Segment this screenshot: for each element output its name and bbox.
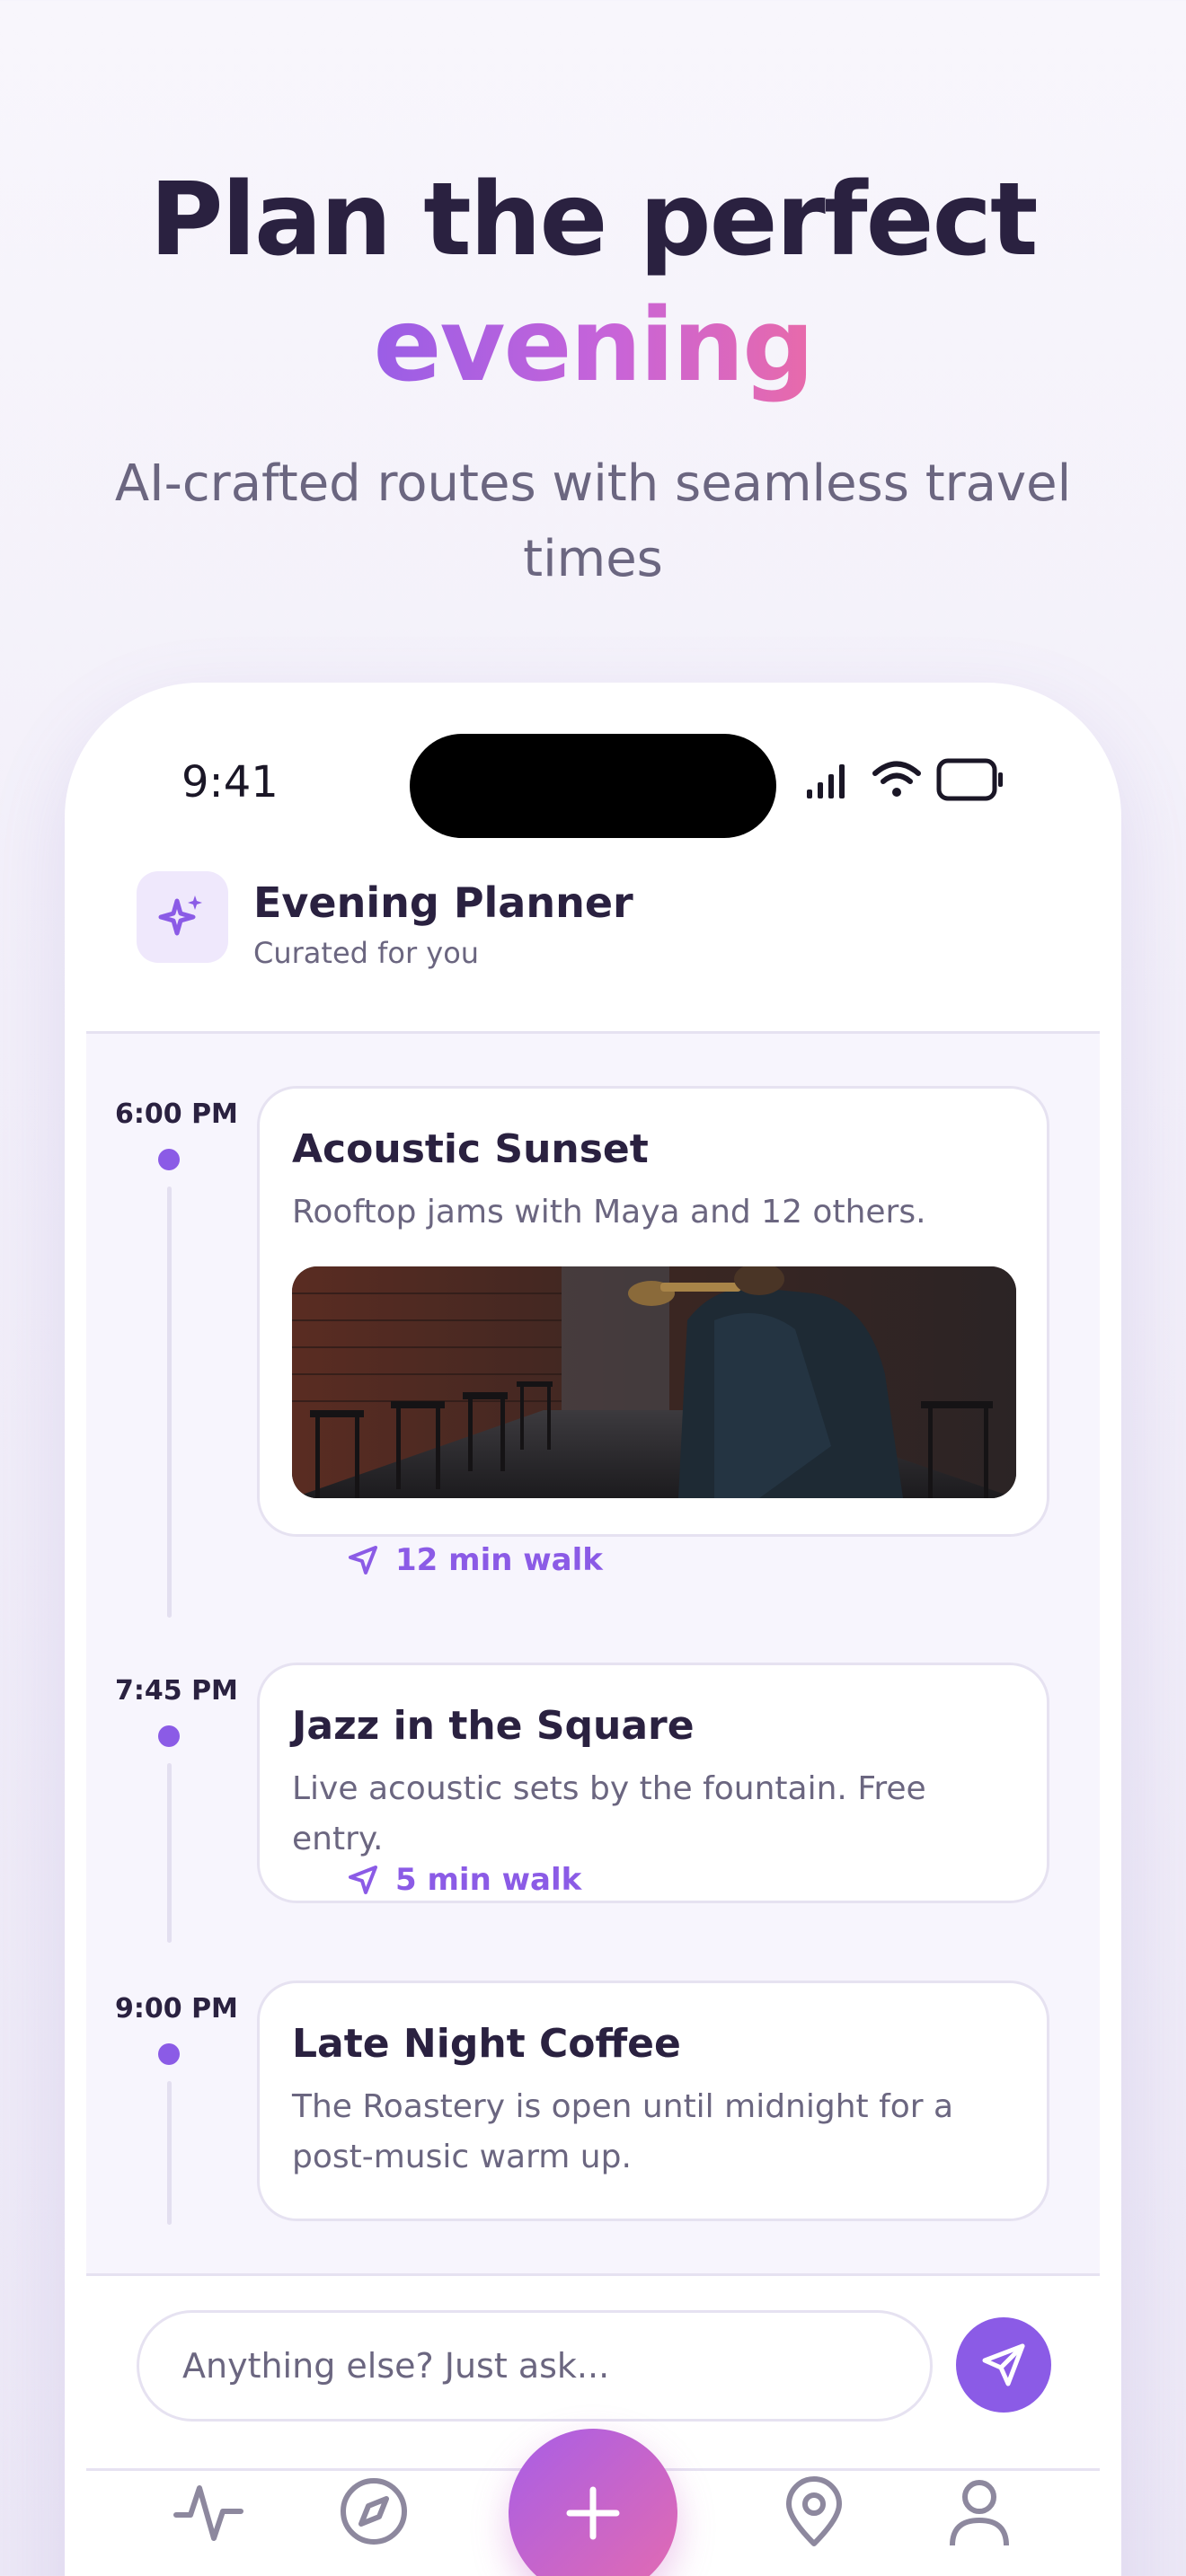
activity-icon[interactable] — [173, 2475, 244, 2547]
event-description: Rooftop jams with Maya and 12 others. — [292, 1194, 926, 1231]
navigation-arrow-icon — [349, 1866, 377, 1894]
wifi-icon — [872, 761, 921, 797]
timeline-rail — [167, 1763, 172, 1943]
walk-label: 5 min walk — [395, 1862, 582, 1898]
signal-icon — [807, 764, 845, 798]
status-time: 9:41 — [181, 757, 279, 807]
map-pin-icon[interactable] — [778, 2475, 850, 2547]
timeline-rail — [167, 1187, 172, 1618]
dynamic-island — [410, 734, 776, 838]
app-subtitle: Curated for you — [253, 936, 480, 970]
walk-label: 12 min walk — [395, 1542, 603, 1578]
timeline-dot — [158, 1149, 180, 1170]
timeline-rail — [167, 2081, 172, 2225]
plus-icon — [566, 2486, 620, 2540]
walk-indicator: 12 min walk — [347, 1542, 603, 1578]
timeline-dot — [158, 1725, 180, 1747]
phone-frame: 9:41 Evening Planner Curated for you 6:0… — [65, 683, 1121, 2576]
ask-input[interactable] — [137, 2310, 933, 2422]
timeline-time: 9:00 PM — [115, 1993, 238, 2025]
battery-icon — [936, 758, 1003, 801]
navigation-arrow-icon — [349, 1546, 377, 1575]
walk-indicator: 5 min walk — [347, 1862, 581, 1898]
event-title: Jazz in the Square — [292, 1703, 695, 1749]
timeline-dot — [158, 2043, 180, 2065]
hero-title-line1: Plan the perfect — [149, 162, 1039, 278]
event-title: Late Night Coffee — [292, 2021, 681, 2067]
timeline-time: 7:45 PM — [115, 1675, 238, 1707]
event-card-late-night-coffee[interactable]: Late Night Coffee The Roastery is open u… — [257, 1981, 1049, 2221]
event-description: Live acoustic sets by the fountain. Free… — [292, 1770, 926, 1857]
hero: Plan the perfect evening AI-crafted rout… — [0, 157, 1186, 597]
app-title: Evening Planner — [253, 878, 633, 927]
hero-title-accent: evening — [373, 287, 815, 404]
trumpet-player-image — [292, 1266, 1016, 1498]
send-icon — [982, 2343, 1025, 2386]
event-card-acoustic-sunset[interactable]: Acoustic Sunset Rooftop jams with Maya a… — [257, 1086, 1049, 1537]
compass-icon[interactable] — [338, 2475, 410, 2547]
user-icon[interactable] — [943, 2475, 1015, 2547]
hero-title: Plan the perfect evening — [0, 157, 1186, 409]
timeline: 6:00 PM Acoustic Sunset Rooftop jams wit… — [86, 1031, 1100, 2276]
timeline-time: 6:00 PM — [115, 1098, 238, 1130]
status-icons — [805, 758, 1005, 801]
app-header: Evening Planner Curated for you — [65, 871, 1121, 997]
sparkles-icon — [137, 871, 228, 963]
send-button[interactable] — [956, 2317, 1051, 2413]
event-description: The Roastery is open until midnight for … — [292, 2088, 954, 2175]
status-bar: 9:41 — [65, 683, 1121, 838]
event-title: Acoustic Sunset — [292, 1126, 649, 1172]
event-image — [292, 1266, 1016, 1498]
add-button[interactable] — [509, 2429, 677, 2576]
hero-subtitle: AI-crafted routes with seamless travel t… — [114, 454, 1072, 588]
